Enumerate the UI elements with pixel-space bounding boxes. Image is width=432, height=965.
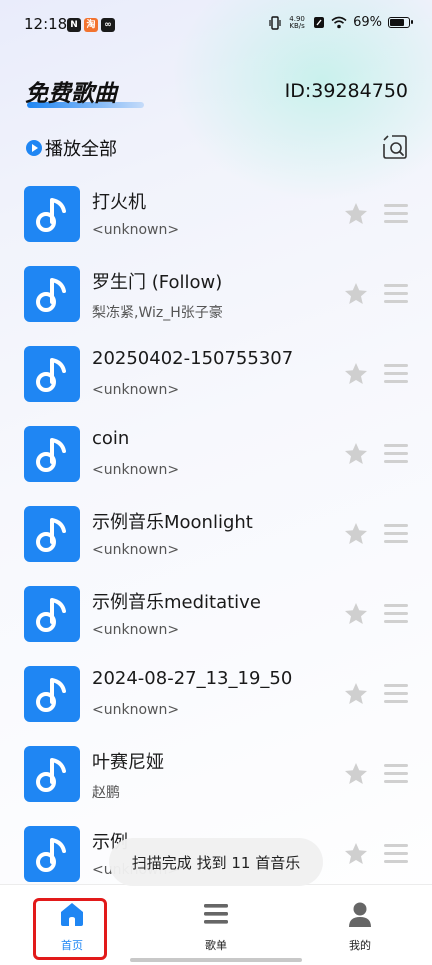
drag-handle-icon[interactable] (384, 444, 408, 464)
song-cover (24, 346, 80, 402)
favorite-star-icon[interactable] (343, 521, 369, 547)
song-title: 2024-08-27_13_19_50 (92, 668, 293, 689)
favorite-star-icon[interactable] (343, 361, 369, 387)
song-cover (24, 266, 80, 322)
song-row[interactable]: 2024-08-27_13_19_50 <unknown> (0, 657, 432, 737)
song-artist: 梨冻紧,Wiz_H张子豪 (92, 305, 223, 321)
drag-handle-icon[interactable] (384, 684, 408, 704)
drag-handle-icon[interactable] (384, 844, 408, 864)
nav-label-mine: 我的 (349, 939, 371, 952)
battery-percent: 69% (353, 15, 382, 30)
toast-message: 扫描完成 找到 11 首音乐 (109, 838, 323, 886)
status-bar: 12:18 N 淘 ∞ 4.90 KB/s 69% (0, 0, 432, 52)
song-cover (24, 666, 80, 722)
song-row[interactable]: 示例音乐Moonlight <unknown> (0, 497, 432, 577)
drag-handle-icon[interactable] (384, 764, 408, 784)
song-title: 示例音乐Moonlight (92, 512, 253, 533)
favorite-star-icon[interactable] (343, 201, 369, 227)
nav-item-home[interactable]: 首页 (0, 885, 144, 965)
nfc-icon (314, 17, 325, 28)
song-title: 叶赛尼娅 (92, 752, 164, 773)
song-title: 打火机 (92, 192, 146, 213)
favorite-star-icon[interactable] (343, 841, 369, 867)
nav-label-playlist: 歌单 (205, 939, 227, 952)
user-id: ID:39284750 (284, 80, 408, 102)
play-all-label: 播放全部 (45, 139, 117, 160)
favorite-star-icon[interactable] (343, 601, 369, 627)
music-note-icon (36, 758, 66, 792)
network-speed: 4.90 KB/s (287, 15, 307, 30)
battery-icon (388, 17, 413, 28)
drag-handle-icon[interactable] (384, 524, 408, 544)
song-cover (24, 586, 80, 642)
song-artist: <unknown> (92, 542, 180, 558)
song-artist: <unknown> (92, 622, 180, 638)
song-cover (24, 426, 80, 482)
link-app-notification-icon: ∞ (101, 18, 115, 32)
song-row[interactable]: 罗生门 (Follow) 梨冻紧,Wiz_H张子豪 (0, 257, 432, 337)
song-artist: <unknown> (92, 222, 180, 238)
favorite-star-icon[interactable] (343, 441, 369, 467)
song-row[interactable]: 示例音乐meditative <unknown> (0, 577, 432, 657)
song-cover (24, 186, 80, 242)
favorite-star-icon[interactable] (343, 281, 369, 307)
menu-icon (204, 904, 228, 924)
scan-music-button[interactable] (382, 134, 408, 160)
gesture-bar[interactable] (130, 958, 302, 962)
music-note-icon (36, 198, 66, 232)
play-circle-icon (26, 140, 42, 156)
music-note-icon (36, 838, 66, 872)
favorite-star-icon[interactable] (343, 681, 369, 707)
nav-item-mine[interactable]: 我的 (288, 885, 432, 965)
favorite-star-icon[interactable] (343, 761, 369, 787)
page-title: 免费歌曲 (25, 81, 117, 107)
song-cover (24, 506, 80, 562)
music-note-icon (36, 518, 66, 552)
nav-item-playlist[interactable]: 歌单 (144, 885, 288, 965)
song-title: 示例音乐meditative (92, 592, 261, 613)
drag-handle-icon[interactable] (384, 364, 408, 384)
song-row[interactable]: 打火机 <unknown> (0, 177, 432, 257)
song-title: 20250402-150755307 (92, 348, 294, 369)
status-indicators: 4.90 KB/s 69% (269, 15, 413, 30)
status-time: 12:18 (24, 15, 68, 33)
wifi-icon (331, 16, 347, 29)
song-artist: 赵鹏 (92, 785, 120, 801)
network-speed-unit: KB/s (289, 21, 305, 30)
drag-handle-icon[interactable] (384, 284, 408, 304)
music-note-icon (36, 678, 66, 712)
music-note-icon (36, 358, 66, 392)
nav-label-home: 首页 (61, 939, 83, 952)
song-row[interactable]: 叶赛尼娅 赵鹏 (0, 737, 432, 817)
music-note-icon (36, 598, 66, 632)
music-note-icon (36, 278, 66, 312)
song-cover (24, 826, 80, 882)
song-artist: <unknown> (92, 382, 180, 398)
play-all-button[interactable]: 播放全部 (26, 135, 117, 161)
bottom-nav: 首页 歌单 我的 (0, 884, 432, 965)
song-artist: <unknown> (92, 462, 180, 478)
notification-icons: N 淘 ∞ (67, 18, 115, 32)
song-title: 罗生门 (Follow) (92, 272, 223, 293)
person-icon (349, 902, 371, 927)
battery-level (390, 19, 404, 26)
app-notification-icon: 淘 (84, 18, 98, 32)
song-artist: <unknown> (92, 702, 180, 718)
song-row[interactable]: coin <unknown> (0, 417, 432, 497)
drag-handle-icon[interactable] (384, 604, 408, 624)
song-row[interactable]: 20250402-150755307 <unknown> (0, 337, 432, 417)
news-app-notification-icon: N (67, 18, 81, 32)
music-note-icon (36, 438, 66, 472)
song-title: coin (92, 428, 130, 449)
drag-handle-icon[interactable] (384, 204, 408, 224)
vibrate-icon (269, 15, 281, 30)
home-icon (61, 903, 83, 926)
song-cover (24, 746, 80, 802)
